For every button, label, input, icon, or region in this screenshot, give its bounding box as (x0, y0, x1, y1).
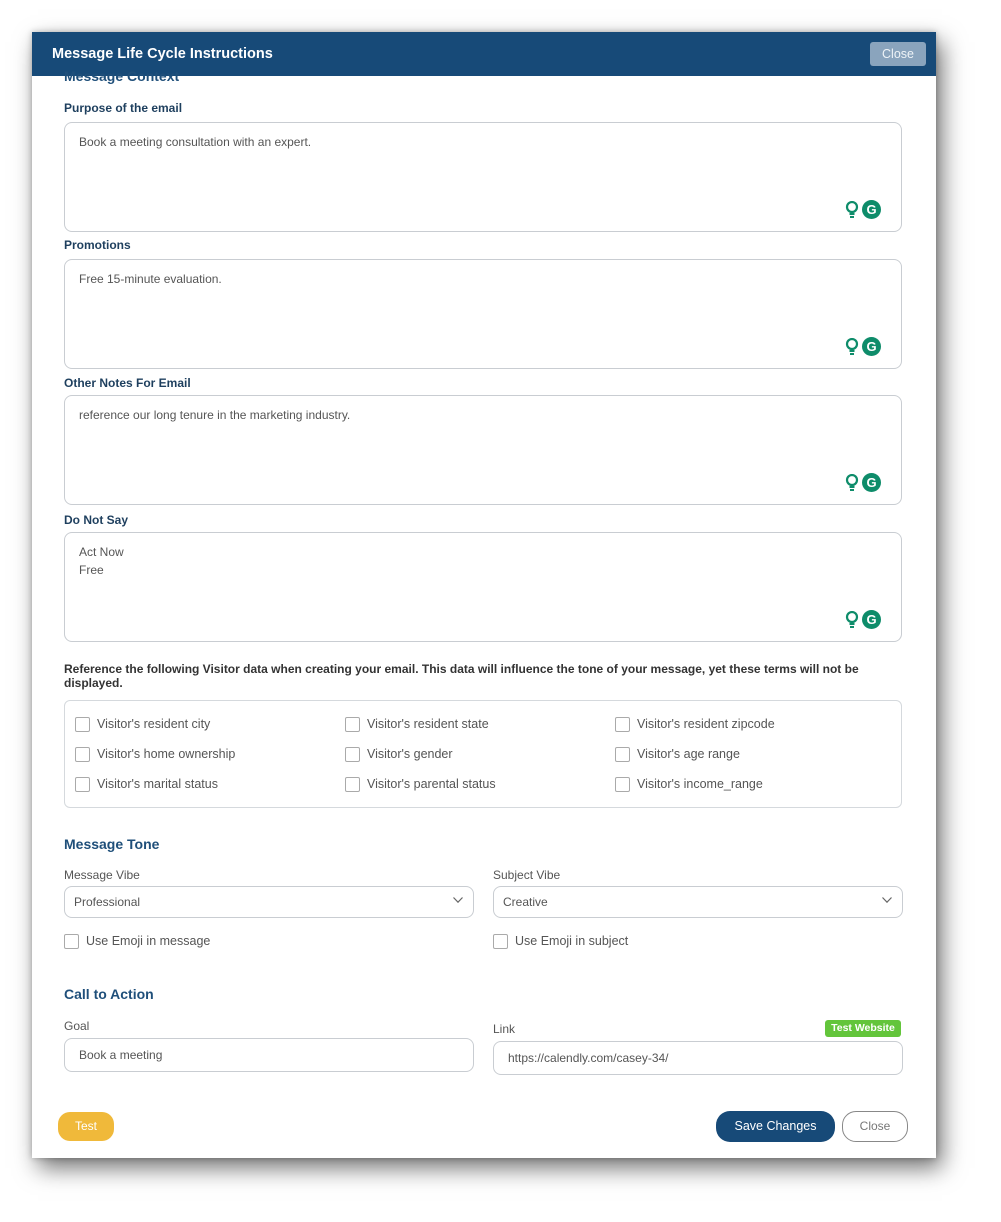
textarea-tools: G (841, 199, 885, 221)
checkbox-label: Visitor's marital status (97, 777, 218, 791)
visitor-data-checkboxes: Visitor's resident city Visitor's reside… (64, 700, 902, 808)
grammarly-icon[interactable]: G (862, 473, 881, 492)
grammarly-icon[interactable]: G (862, 200, 881, 219)
textarea-tools: G (841, 609, 885, 631)
grammarly-icon[interactable]: G (862, 610, 881, 629)
close-button[interactable]: Close (842, 1111, 908, 1142)
test-button[interactable]: Test (58, 1112, 114, 1141)
checkbox-label: Use Emoji in message (86, 934, 211, 948)
goal-label: Goal (64, 1019, 90, 1033)
promotions-text: Free 15-minute evaluation. (79, 272, 222, 286)
subject-vibe-label: Subject Vibe (493, 868, 561, 882)
message-tone-title: Message Tone (64, 836, 160, 852)
checkbox-label: Visitor's income_range (637, 777, 763, 791)
message-vibe-select[interactable]: Professional (64, 886, 474, 918)
visitor-data-note: Reference the following Visitor data whe… (64, 662, 859, 690)
checkbox[interactable] (345, 777, 360, 792)
promotions-textarea[interactable]: Free 15-minute evaluation. G (64, 259, 902, 369)
do-not-say-label: Do Not Say (64, 513, 129, 527)
goal-value: Book a meeting (79, 1048, 163, 1062)
promotions-label: Promotions (64, 238, 131, 252)
checkbox-label: Visitor's parental status (367, 777, 496, 791)
checkbox[interactable] (345, 717, 360, 732)
checkbox-label: Visitor's home ownership (97, 747, 236, 761)
purpose-text: Book a meeting consultation with an expe… (79, 135, 312, 149)
other-notes-textarea[interactable]: reference our long tenure in the marketi… (64, 395, 902, 505)
other-notes-text: reference our long tenure in the marketi… (79, 408, 351, 422)
test-website-button[interactable]: Test Website (825, 1020, 901, 1037)
do-not-say-text: Act Now Free (79, 545, 124, 577)
checkbox[interactable] (615, 777, 630, 792)
save-changes-button[interactable]: Save Changes (716, 1111, 835, 1142)
link-input[interactable]: https://calendly.com/casey-34/ (493, 1041, 903, 1075)
checkbox[interactable] (75, 747, 90, 762)
message-context-title: Message Context (64, 68, 180, 84)
checkbox[interactable] (615, 717, 630, 732)
checkbox[interactable] (345, 747, 360, 762)
do-not-say-textarea[interactable]: Act Now Free G (64, 532, 902, 642)
subject-vibe-select[interactable]: Creative (493, 886, 903, 918)
message-lifecycle-modal: Message Life Cycle Instructions Close Me… (32, 32, 936, 1158)
checkbox[interactable] (75, 777, 90, 792)
purpose-label: Purpose of the email (64, 101, 183, 115)
call-to-action-title: Call to Action (64, 986, 154, 1002)
other-notes-label: Other Notes For Email (64, 376, 191, 390)
message-vibe-label: Message Vibe (64, 868, 140, 882)
checkbox[interactable] (75, 717, 90, 732)
lightbulb-icon[interactable] (845, 611, 859, 629)
checkbox-label: Use Emoji in subject (515, 934, 629, 948)
checkbox-label: Visitor's age range (637, 747, 740, 761)
chevron-down-icon (882, 897, 892, 903)
checkbox-label: Visitor's resident state (367, 717, 489, 731)
checkbox-label: Visitor's gender (367, 747, 453, 761)
checkbox[interactable] (493, 934, 508, 949)
chevron-down-icon (453, 897, 463, 903)
checkbox-label: Visitor's resident city (97, 717, 211, 731)
checkbox-label: Visitor's resident zipcode (637, 717, 775, 731)
textarea-tools: G (841, 336, 885, 358)
goal-input[interactable]: Book a meeting (64, 1038, 474, 1072)
grammarly-icon[interactable]: G (862, 337, 881, 356)
lightbulb-icon[interactable] (845, 201, 859, 219)
message-vibe-value: Professional (74, 895, 141, 909)
modal-title: Message Life Cycle Instructions (52, 46, 273, 62)
textarea-tools: G (841, 472, 885, 494)
link-value: https://calendly.com/casey-34/ (508, 1051, 669, 1065)
checkbox[interactable] (64, 934, 79, 949)
header-close-button[interactable]: Close (870, 42, 926, 66)
lightbulb-icon[interactable] (845, 338, 859, 356)
checkbox[interactable] (615, 747, 630, 762)
purpose-textarea[interactable]: Book a meeting consultation with an expe… (64, 122, 902, 232)
lightbulb-icon[interactable] (845, 474, 859, 492)
link-label: Link (493, 1022, 516, 1036)
subject-vibe-value: Creative (503, 895, 548, 909)
